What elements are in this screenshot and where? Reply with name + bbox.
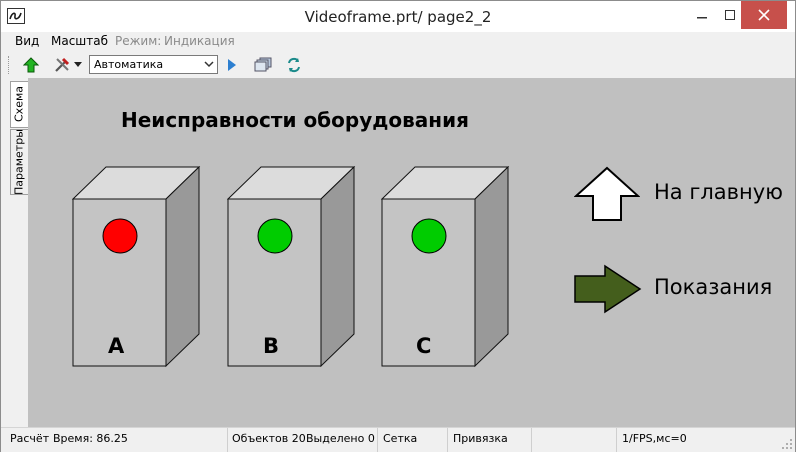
home-link[interactable]: На главную: [654, 180, 783, 204]
tools-button[interactable]: [51, 55, 73, 75]
play-icon: [228, 59, 236, 71]
status-calc-cell: Расчёт Время: 86.25: [1, 428, 228, 452]
home-arrow-button[interactable]: [574, 166, 640, 222]
tab-parameters-label: Параметры: [12, 129, 26, 195]
status-snap-cell[interactable]: Привязка: [448, 428, 532, 452]
refresh-icon: [288, 57, 300, 73]
status-fps: 1/FPS,мс=0: [622, 432, 687, 445]
tools-icon: [55, 57, 70, 72]
side-tab-strip: Схема Параметры: [1, 78, 28, 427]
minimize-icon: [697, 17, 707, 19]
windows-button[interactable]: [252, 55, 274, 75]
device-a-indicator: [102, 218, 138, 254]
go-up-button[interactable]: [20, 55, 42, 75]
menu-bar: Вид Масштаб Режим: Индикация: [1, 32, 795, 52]
menu-view[interactable]: Вид: [15, 34, 39, 48]
page-title: Неисправности оборудования: [121, 108, 469, 132]
scheme-canvas: Неисправности оборудования A B C На глав…: [28, 78, 795, 427]
tab-parameters[interactable]: Параметры: [10, 129, 28, 195]
close-button[interactable]: [741, 1, 787, 29]
menu-scale[interactable]: Масштаб: [51, 34, 108, 48]
title-bar[interactable]: Videoframe.prt/ page2_2: [1, 1, 795, 32]
menu-mode-label: Режим:: [115, 34, 162, 48]
status-objects-cell: Объектов 20 Выделено 0: [228, 428, 378, 452]
status-time: Время: 86.25: [53, 432, 128, 445]
windows-icon: [254, 57, 272, 72]
device-c-indicator: [411, 218, 447, 254]
status-objects: Объектов 20: [232, 432, 306, 445]
device-b[interactable]: [227, 166, 373, 368]
menu-mode-value: Индикация: [164, 34, 235, 48]
device-a-label: A: [108, 334, 125, 358]
app-window: Videoframe.prt/ page2_2 Вид Масштаб Режи…: [0, 0, 796, 452]
status-grid-cell[interactable]: Сетка: [378, 428, 448, 452]
refresh-button[interactable]: [283, 55, 305, 75]
close-icon: [758, 9, 770, 21]
tab-scheme[interactable]: Схема: [10, 81, 28, 128]
tab-scheme-label: Схема: [12, 86, 26, 123]
device-c[interactable]: [381, 166, 527, 368]
minimize-button[interactable]: [687, 1, 717, 29]
up-arrow-icon: [23, 57, 39, 73]
scheme-select[interactable]: Автоматика: [89, 55, 218, 74]
tools-dropdown-button[interactable]: [72, 55, 84, 75]
device-b-indicator: [257, 218, 293, 254]
status-selected: Выделено 0: [306, 432, 375, 445]
device-a[interactable]: [72, 166, 218, 368]
status-snap: Привязка: [453, 432, 508, 445]
status-empty-cell: [532, 428, 617, 452]
play-button[interactable]: [221, 55, 243, 75]
readings-arrow-button[interactable]: [573, 264, 643, 314]
status-bar: Расчёт Время: 86.25 Объектов 20 Выделено…: [1, 427, 795, 452]
device-c-label: C: [416, 334, 432, 358]
scheme-select-value: Автоматика: [94, 58, 164, 71]
chevron-down-icon: [204, 61, 214, 68]
device-b-label: B: [263, 334, 280, 358]
toolbar-grip[interactable]: [8, 56, 11, 74]
status-fps-cell: 1/FPS,мс=0: [617, 428, 795, 452]
maximize-icon: [725, 10, 735, 20]
chevron-down-icon: [74, 62, 82, 67]
window-title: Videoframe.prt/ page2_2: [304, 8, 492, 26]
status-calc: Расчёт: [10, 432, 50, 445]
resize-grip-icon[interactable]: [781, 438, 793, 450]
readings-link[interactable]: Показания: [654, 275, 772, 299]
status-grid: Сетка: [383, 432, 418, 445]
toolbar: Автоматика: [1, 52, 795, 79]
